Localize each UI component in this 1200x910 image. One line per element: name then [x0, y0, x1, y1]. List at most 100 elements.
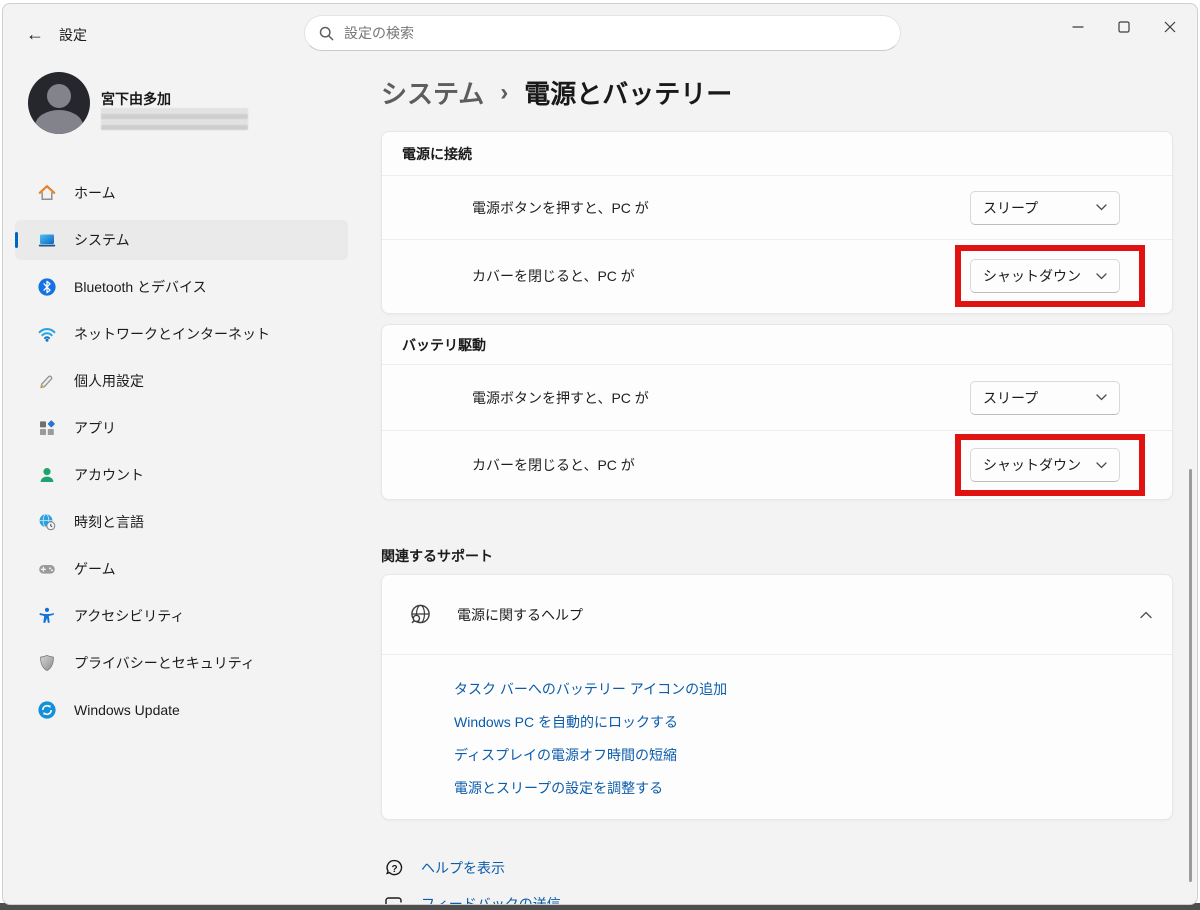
dropdown-value: スリープ — [983, 198, 1038, 218]
dropdown-value: シャットダウン — [983, 455, 1081, 475]
accounts-icon — [37, 465, 57, 485]
breadcrumb: システム › 電源とバッテリー — [381, 74, 732, 111]
related-support-card: 電源に関するヘルプ タスク バーへのバッテリー アイコンの追加 Windows … — [381, 574, 1173, 820]
chevron-down-icon — [1096, 204, 1107, 211]
minimize-icon — [1072, 21, 1084, 33]
row-label: 電源ボタンを押すと、PC が — [472, 198, 649, 218]
apps-icon — [37, 418, 57, 438]
app-title: 設定 — [59, 25, 87, 45]
support-link-display-off[interactable]: ディスプレイの電源オフ時間の短縮 — [454, 739, 677, 772]
web-search-icon — [408, 602, 433, 627]
sidebar-item-network[interactable]: ネットワークとインターネット — [15, 314, 348, 354]
get-help-link: ヘルプを表示 — [421, 858, 505, 878]
minimize-button[interactable] — [1055, 8, 1101, 46]
close-button[interactable] — [1147, 8, 1193, 46]
support-link-battery-icon[interactable]: タスク バーへのバッテリー アイコンの追加 — [454, 673, 727, 706]
sidebar-item-bluetooth[interactable]: Bluetooth とデバイス — [15, 267, 348, 307]
expander-label: 電源に関するヘルプ — [457, 605, 1140, 625]
user-name: 宮下由多加 — [101, 89, 171, 109]
personalization-icon — [37, 371, 57, 391]
sidebar-item-label: ネットワークとインターネット — [74, 324, 270, 344]
sidebar-item-label: アクセシビリティ — [74, 606, 184, 626]
sidebar-item-label: 時刻と言語 — [74, 512, 144, 532]
settings-window: ← 設定 — [2, 3, 1198, 905]
support-links: タスク バーへのバッテリー アイコンの追加 Windows PC を自動的にロッ… — [382, 655, 1172, 825]
windows-update-icon — [37, 700, 57, 720]
lid-close-dropdown[interactable]: シャットダウン — [970, 448, 1120, 482]
home-icon — [37, 183, 57, 203]
power-button-dropdown[interactable]: スリープ — [970, 191, 1120, 225]
breadcrumb-separator: › — [500, 79, 508, 107]
chevron-down-icon — [1096, 462, 1107, 469]
user-profile[interactable]: 宮下由多加 — [28, 72, 348, 138]
chevron-up-icon — [1140, 611, 1152, 619]
sidebar-item-label: Windows Update — [74, 702, 180, 718]
sidebar-item-accessibility[interactable]: アクセシビリティ — [15, 596, 348, 636]
section-title: 電源に接続 — [382, 132, 1172, 176]
lid-close-row: カバーを閉じると、PC が シャットダウン — [382, 240, 1172, 312]
sidebar-item-accounts[interactable]: アカウント — [15, 455, 348, 495]
dropdown-value: シャットダウン — [983, 266, 1081, 286]
page-title: 電源とバッテリー — [524, 74, 732, 111]
row-label: カバーを閉じると、PC が — [472, 455, 635, 475]
network-icon — [37, 324, 57, 344]
back-button[interactable]: ← — [19, 18, 51, 50]
sidebar-item-label: アプリ — [74, 418, 116, 438]
maximize-button[interactable] — [1101, 8, 1147, 46]
related-support-title: 関連するサポート — [381, 546, 493, 566]
sidebar-item-label: Bluetooth とデバイス — [74, 277, 207, 297]
support-link-auto-lock[interactable]: Windows PC を自動的にロックする — [454, 706, 678, 739]
chevron-down-icon — [1096, 394, 1107, 401]
sidebar-item-time-language[interactable]: 時刻と言語 — [15, 502, 348, 542]
sidebar-item-apps[interactable]: アプリ — [15, 408, 348, 448]
back-arrow-icon: ← — [26, 24, 44, 45]
avatar — [28, 72, 90, 134]
get-help-row[interactable]: ? ヘルプを表示 — [383, 857, 505, 879]
dropdown-value: スリープ — [983, 388, 1038, 408]
sidebar-item-gaming[interactable]: ゲーム — [15, 549, 348, 589]
help-bubble-icon: ? — [383, 857, 405, 879]
power-button-dropdown[interactable]: スリープ — [970, 381, 1120, 415]
sidebar-item-system[interactable]: システム — [15, 220, 348, 260]
sidebar-item-label: アカウント — [74, 465, 144, 485]
row-label: カバーを閉じると、PC が — [472, 266, 635, 286]
breadcrumb-parent[interactable]: システム — [381, 74, 484, 111]
time-language-icon — [37, 512, 57, 532]
sidebar-item-label: プライバシーとセキュリティ — [74, 653, 255, 673]
section-title: バッテリ駆動 — [382, 325, 1172, 365]
sidebar-item-label: ホーム — [74, 183, 116, 203]
send-feedback-row[interactable]: フィードバックの送信 — [383, 893, 561, 905]
search-box[interactable] — [304, 15, 901, 51]
system-icon — [37, 230, 57, 250]
sidebar-item-label: 個人用設定 — [74, 371, 144, 391]
sidebar-item-windows-update[interactable]: Windows Update — [15, 690, 348, 730]
titlebar: ← 設定 — [3, 4, 1197, 62]
window-controls — [1055, 8, 1193, 46]
lid-close-dropdown[interactable]: シャットダウン — [970, 259, 1120, 293]
lid-close-row: カバーを閉じると、PC が シャットダウン — [382, 431, 1172, 499]
search-icon — [319, 26, 334, 41]
row-label: 電源ボタンを押すと、PC が — [472, 388, 649, 408]
maximize-icon — [1118, 21, 1130, 33]
sidebar-item-label: システム — [74, 230, 130, 250]
power-button-row: 電源ボタンを押すと、PC が スリープ — [382, 176, 1172, 240]
user-email-redacted — [101, 108, 248, 130]
sidebar-item-home[interactable]: ホーム — [15, 173, 348, 213]
sidebar-nav: ホーム システム Bluetooth とデバイス — [15, 173, 348, 730]
bluetooth-icon — [37, 277, 57, 297]
on-battery-card: バッテリ駆動 電源ボタンを押すと、PC が スリープ カバーを閉じると、PC が… — [381, 324, 1173, 500]
support-link-power-sleep[interactable]: 電源とスリープの設定を調整する — [454, 772, 663, 805]
close-icon — [1164, 21, 1176, 33]
sidebar-item-label: ゲーム — [74, 559, 116, 579]
feedback-icon — [383, 893, 405, 905]
power-help-expander[interactable]: 電源に関するヘルプ — [382, 575, 1172, 655]
accessibility-icon — [37, 606, 57, 626]
plugged-in-card: 電源に接続 電源ボタンを押すと、PC が スリープ カバーを閉じると、PC が … — [381, 131, 1173, 314]
power-button-row: 電源ボタンを押すと、PC が スリープ — [382, 365, 1172, 431]
sidebar-item-personalization[interactable]: 個人用設定 — [15, 361, 348, 401]
vertical-scrollbar[interactable] — [1189, 469, 1192, 882]
sidebar-item-privacy[interactable]: プライバシーとセキュリティ — [15, 643, 348, 683]
svg-text:?: ? — [391, 864, 397, 875]
selected-indicator — [15, 232, 18, 248]
search-input[interactable] — [344, 25, 886, 41]
